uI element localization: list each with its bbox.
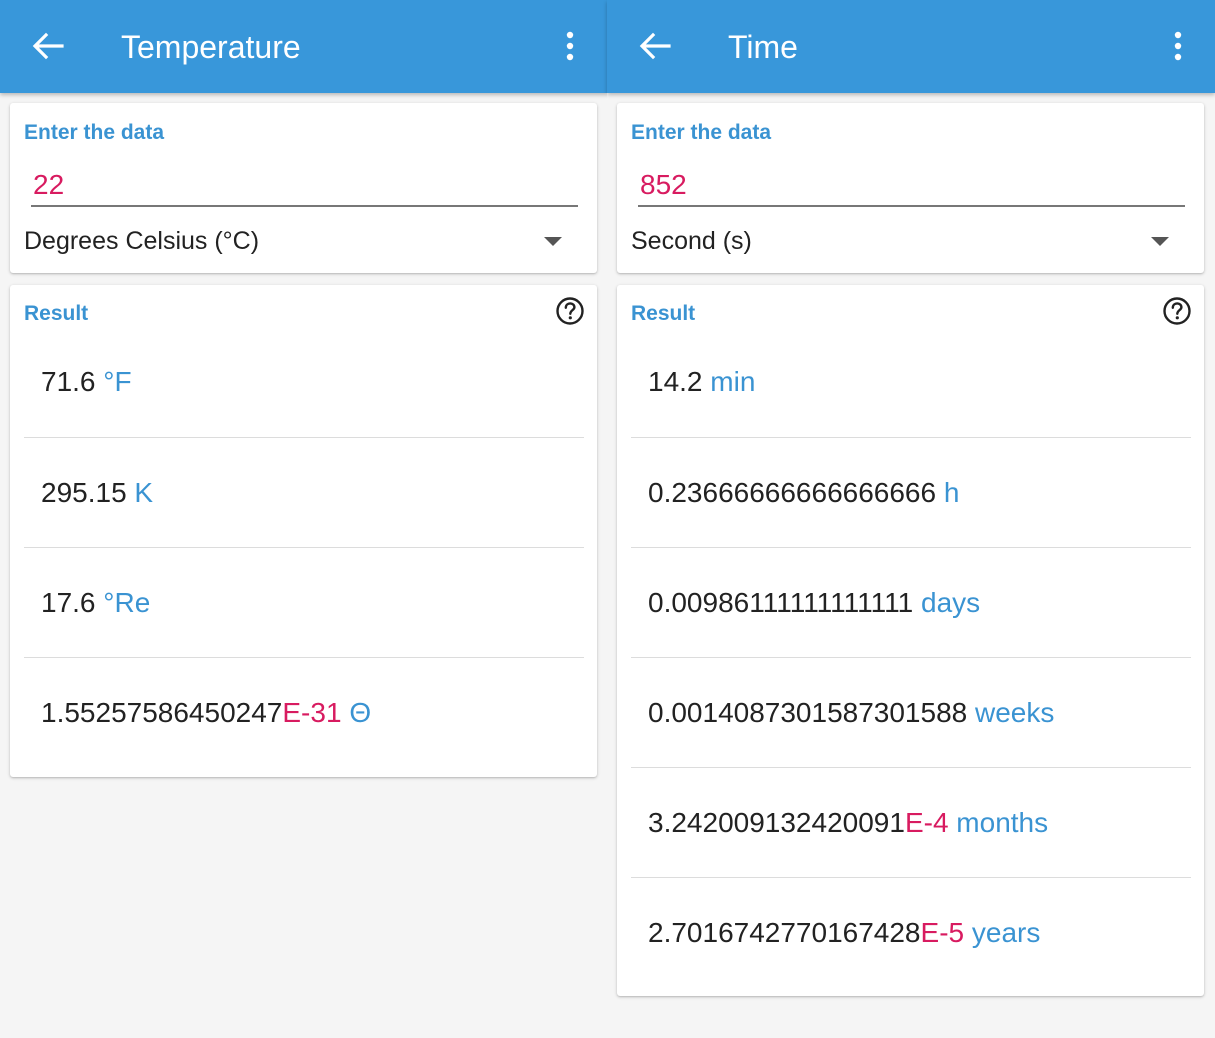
result-value: 295.15 xyxy=(41,477,127,508)
result-value: 14.2 xyxy=(648,366,703,397)
arrow-left-icon xyxy=(639,32,671,60)
result-row-hours[interactable]: 0.23666666666666666 h xyxy=(631,437,1191,547)
result-value: 1.55257586450247 xyxy=(41,697,283,728)
result-row-minutes[interactable]: 14.2 min xyxy=(631,327,1191,437)
caret-down-icon xyxy=(544,237,562,246)
input-card: Enter the data Second (s) xyxy=(617,103,1204,273)
value-input[interactable] xyxy=(31,165,578,207)
result-value: 17.6 xyxy=(41,587,96,618)
result-unit: °Re xyxy=(103,587,151,618)
back-button[interactable] xyxy=(26,28,70,64)
result-exponent: E-31 xyxy=(282,697,342,728)
result-value: 0.00986111111111111 xyxy=(648,587,914,618)
result-value: 3.242009132420091 xyxy=(648,807,905,838)
result-unit: Θ xyxy=(349,697,372,728)
input-label: Enter the data xyxy=(631,121,772,144)
result-value: 0.0014087301587301588 xyxy=(648,697,968,728)
app-bar: Time xyxy=(607,0,1215,93)
result-unit: K xyxy=(134,477,154,508)
overflow-menu-button[interactable] xyxy=(1163,26,1193,66)
page-title: Time xyxy=(728,29,798,65)
result-row-months[interactable]: 3.242009132420091E-4 months xyxy=(631,767,1191,877)
result-card: Result 71.6 °F 295.15 K 17.6 °Re 1.55257… xyxy=(10,285,597,777)
unit-select-value: Second (s) xyxy=(631,227,752,255)
unit-select-value: Degrees Celsius (°C) xyxy=(24,227,260,255)
result-exponent: E-5 xyxy=(920,917,965,948)
input-label: Enter the data xyxy=(24,121,165,144)
result-unit: min xyxy=(710,366,756,397)
result-unit: °F xyxy=(103,366,132,397)
result-unit: h xyxy=(943,477,960,508)
result-row-weeks[interactable]: 0.0014087301587301588 weeks xyxy=(631,657,1191,767)
result-list: 14.2 min 0.23666666666666666 h 0.0098611… xyxy=(631,327,1191,987)
caret-down-icon xyxy=(1151,237,1169,246)
result-row-kelvin[interactable]: 295.15 K xyxy=(24,437,584,547)
unit-select[interactable]: Second (s) xyxy=(631,223,1191,263)
result-row-planck[interactable]: 1.55257586450247E-31 Θ xyxy=(24,657,584,767)
page-title: Temperature xyxy=(121,29,301,65)
result-card: Result 14.2 min 0.23666666666666666 h 0.… xyxy=(617,285,1204,996)
more-vertical-icon xyxy=(1174,31,1182,61)
overflow-menu-button[interactable] xyxy=(555,26,585,66)
value-input[interactable] xyxy=(638,165,1185,207)
input-card: Enter the data Degrees Celsius (°C) xyxy=(10,103,597,273)
temperature-screen: Temperature Enter the data Degrees Celsi… xyxy=(0,0,607,1038)
help-icon[interactable] xyxy=(555,296,585,326)
back-button[interactable] xyxy=(633,28,677,64)
result-row-years[interactable]: 2.7016742770167428E-5 years xyxy=(631,877,1191,987)
result-unit: years xyxy=(971,917,1041,948)
result-row-days[interactable]: 0.00986111111111111 days xyxy=(631,547,1191,657)
more-vertical-icon xyxy=(566,31,574,61)
result-value: 2.7016742770167428 xyxy=(648,917,921,948)
result-list: 71.6 °F 295.15 K 17.6 °Re 1.552575864502… xyxy=(24,327,584,767)
screens: Temperature Enter the data Degrees Celsi… xyxy=(0,0,1215,1038)
help-icon[interactable] xyxy=(1162,296,1192,326)
time-screen: Time Enter the data Second (s) Result xyxy=(607,0,1215,1038)
result-row-reaumur[interactable]: 17.6 °Re xyxy=(24,547,584,657)
result-label: Result xyxy=(631,302,696,325)
arrow-left-icon xyxy=(32,32,64,60)
result-label: Result xyxy=(24,302,89,325)
result-unit: weeks xyxy=(975,697,1055,728)
result-exponent: E-4 xyxy=(904,807,949,838)
app-bar: Temperature xyxy=(0,0,607,93)
result-row-fahrenheit[interactable]: 71.6 °F xyxy=(24,327,584,437)
result-unit: days xyxy=(921,587,981,618)
result-value: 0.23666666666666666 xyxy=(648,477,937,508)
unit-select[interactable]: Degrees Celsius (°C) xyxy=(24,223,584,263)
result-unit: months xyxy=(956,807,1049,838)
result-value: 71.6 xyxy=(41,366,96,397)
